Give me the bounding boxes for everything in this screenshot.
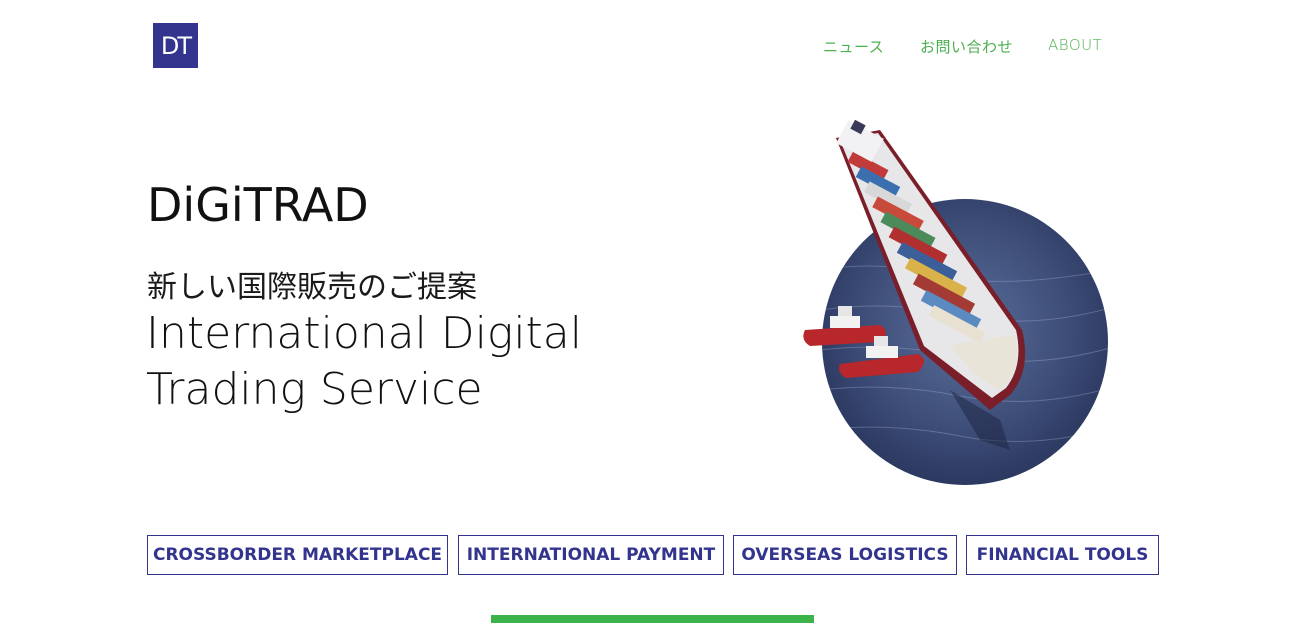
tab-international-payment[interactable]: INTERNATIONAL PAYMENT xyxy=(458,535,724,575)
tagline-english-line1: International Digital xyxy=(146,308,582,359)
tab-financial-tools[interactable]: FINANCIAL TOOLS xyxy=(966,535,1159,575)
tagline-japanese: 新しい国際販売のご提案 xyxy=(147,270,477,305)
tab-crossborder-marketplace[interactable]: CROSSBORDER MARKETPLACE xyxy=(147,535,448,575)
tagline-english-line2: Trading Service xyxy=(146,364,483,415)
nav-link-news[interactable]: ニュース xyxy=(823,36,884,57)
active-tab-indicator xyxy=(491,615,814,623)
tagline-english: International Digital Trading Service xyxy=(146,306,666,418)
nav-link-about[interactable]: ABOUT xyxy=(1048,36,1102,54)
container-ship-image xyxy=(800,120,1120,490)
tab-overseas-logistics[interactable]: OVERSEAS LOGISTICS xyxy=(733,535,957,575)
nav-link-contact[interactable]: お問い合わせ xyxy=(920,36,1013,57)
main-nav: ニュース お問い合わせ ABOUT xyxy=(0,36,1302,56)
brand-title: DiGiTRAD xyxy=(147,178,369,232)
service-tabs: CROSSBORDER MARKETPLACE INTERNATIONAL PA… xyxy=(0,535,1302,575)
